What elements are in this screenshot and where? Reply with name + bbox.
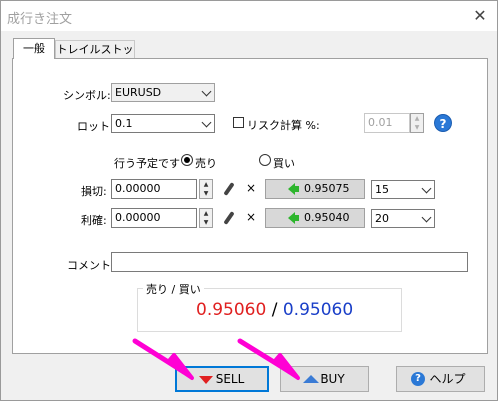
annotation-arrow-buy	[237, 338, 300, 380]
annotation-arrow-sell	[132, 338, 194, 380]
tab-general[interactable]: 一般	[13, 38, 55, 59]
annotation-arrows	[132, 338, 300, 380]
